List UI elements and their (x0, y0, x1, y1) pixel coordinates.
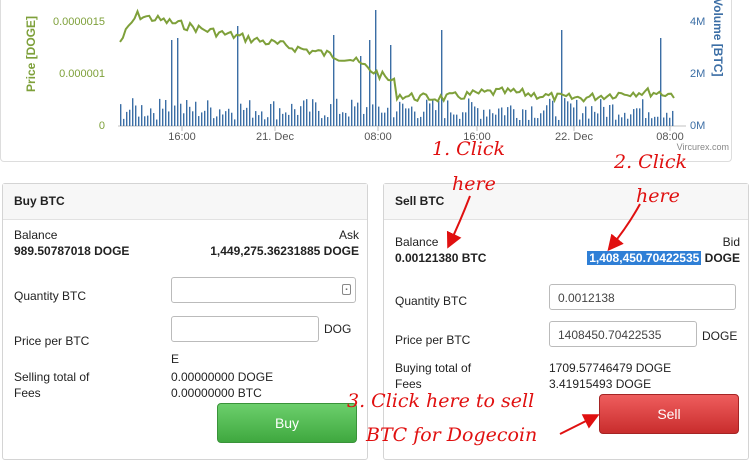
sell-total-label: Buying total of (395, 361, 472, 375)
annotation-step3-line1: 3. Click here to sell (347, 390, 535, 412)
chart-frame (0, 0, 732, 162)
buy-fees-label: Fees (14, 386, 41, 400)
buy-panel-title: Buy BTC (3, 184, 367, 220)
ask-value[interactable]: 1,449,275.36231885 DOGE (210, 244, 359, 258)
bid-value[interactable]: 1,408,450.70422535 (587, 251, 702, 265)
sell-fees-value: 3.41915493 DOGE (549, 377, 652, 391)
buy-quantity-label: Quantity BTC (14, 289, 87, 303)
sell-fees-label: Fees (395, 377, 422, 391)
ask-label: Ask (338, 228, 359, 242)
buy-price-unit: DOG (324, 322, 352, 336)
contact-card-icon: ▪ (342, 284, 351, 295)
annotation-step1-line1: 1. Click (432, 138, 506, 160)
sell-quantity-input[interactable]: 0.0012138 (549, 284, 736, 310)
sell-quantity-label: Quantity BTC (395, 294, 468, 308)
sell-price-unit: DOGE (702, 329, 738, 343)
sell-balance-label: Balance (395, 235, 439, 249)
annotation-step3-line2: BTC for Dogecoin (366, 424, 538, 446)
annotation-step1-line2: here (452, 173, 496, 195)
sell-price-input[interactable]: 1408450.70422535 (549, 321, 697, 347)
price-volume-chart: Price [DOGE] Volume [BTC] 0.0000015 0.00… (0, 0, 752, 162)
bid-row: 1,408,450.70422535 DOGE (587, 251, 740, 265)
annotation-step2-line1: 2. Click (614, 151, 688, 173)
sell-balance-value[interactable]: 0.00121380 BTC (395, 251, 486, 265)
sell-price-label: Price per BTC (395, 333, 471, 347)
buy-balance-value: 989.50787018 DOGE (14, 244, 130, 258)
sell-panel: Sell BTC Balance 0.00121380 BTC Bid 1,40… (383, 183, 749, 460)
bid-label: Bid (722, 235, 740, 249)
buy-price-input[interactable] (171, 316, 319, 342)
sell-total-value: 1709.57746479 DOGE (549, 361, 672, 375)
buy-price-label: Price per BTC (14, 334, 90, 348)
sell-panel-title: Sell BTC (384, 184, 748, 220)
buy-total-label: Selling total of (14, 370, 90, 384)
buy-balance-label: Balance (14, 228, 58, 242)
buy-button[interactable]: Buy (217, 403, 357, 443)
buy-price-unit-wrap: E (171, 352, 180, 366)
bid-unit: DOGE (704, 251, 740, 265)
sell-button[interactable]: Sell (599, 394, 739, 434)
buy-fees-value: 0.00000000 BTC (171, 386, 262, 400)
buy-panel: Buy BTC Balance 989.50787018 DOGE Ask 1,… (2, 183, 368, 460)
buy-total-value: 0.00000000 DOGE (171, 370, 274, 384)
annotation-step2-line2: here (636, 185, 680, 207)
buy-quantity-input[interactable] (171, 277, 356, 303)
